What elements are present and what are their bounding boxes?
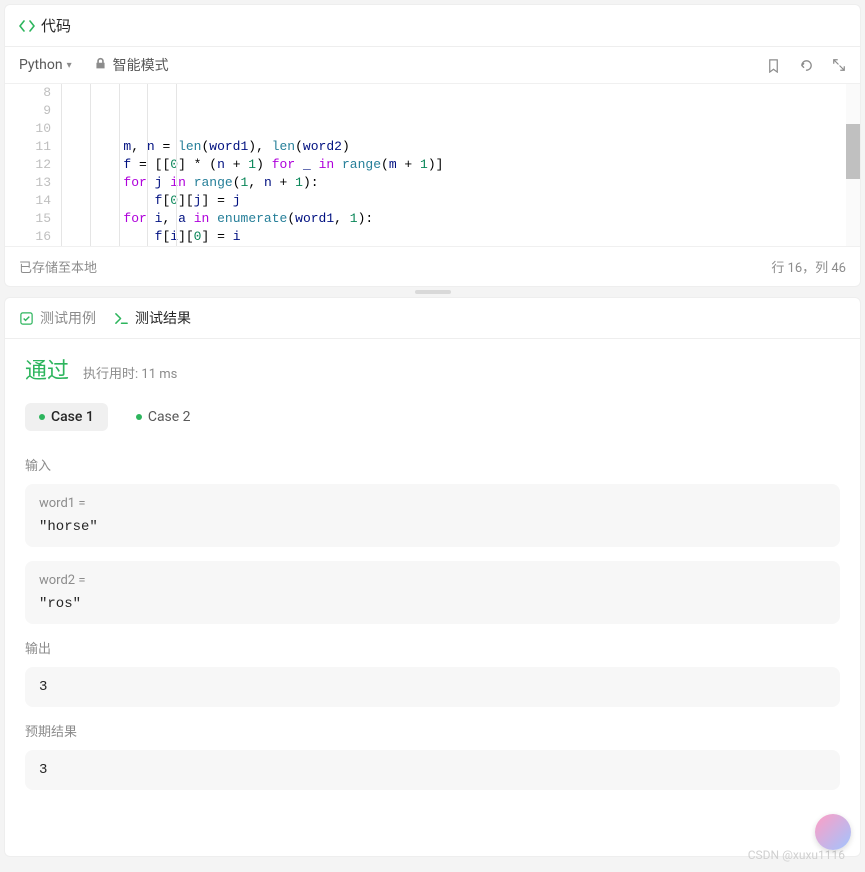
reset-button[interactable] [799, 58, 814, 73]
status-dot-icon [39, 414, 45, 420]
results-body[interactable]: 通过 执行用时: 11 ms Case 1 Case 2 输入 word1 = "h… [5, 339, 860, 856]
case-pill[interactable]: Case 2 [122, 403, 205, 431]
runtime-text: 执行用时: 11 ms [83, 363, 177, 382]
line-number: 10 [5, 120, 51, 138]
output-section-label: 输出 [25, 638, 840, 657]
code-line[interactable]: f[0][j] = j [61, 192, 860, 210]
input-field-label: word1 = [39, 496, 826, 511]
language-select[interactable]: Python ▾ [19, 57, 72, 73]
code-icon [19, 18, 35, 34]
code-toolbar: Python ▾ 智能模式 [5, 47, 860, 84]
tab-testcases-label: 测试用例 [40, 308, 96, 328]
code-line[interactable]: for i, a in enumerate(word1, 1): [61, 210, 860, 228]
cursor-position: 行 16，列 46 [771, 257, 846, 276]
bookmark-icon [766, 58, 781, 73]
language-label: Python [19, 57, 63, 73]
results-panel: 测试用例 测试结果 通过 执行用时: 11 ms Case 1 Case 2 输入… [4, 297, 861, 857]
panel-resize-handle[interactable] [0, 287, 865, 297]
input-section-label: 输入 [25, 455, 840, 474]
code-content[interactable]: m, n = len(word1), len(word2) f = [[0] *… [61, 84, 860, 246]
line-number: 14 [5, 192, 51, 210]
chevron-down-icon: ▾ [67, 60, 72, 71]
terminal-icon [114, 311, 129, 326]
line-number: 16 [5, 228, 51, 246]
code-panel-title: 代码 [41, 15, 71, 36]
tab-results-label: 测试结果 [135, 308, 191, 328]
input-field-label: word2 = [39, 573, 826, 588]
results-tabs: 测试用例 测试结果 [5, 298, 860, 339]
tab-results[interactable]: 测试结果 [114, 308, 191, 328]
input-box: word2 = "ros" [25, 561, 840, 624]
code-line[interactable]: f[i][0] = i [61, 228, 860, 246]
code-panel-header: 代码 [5, 5, 860, 47]
mode-label-text: 智能模式 [113, 55, 169, 75]
editor-status-bar: 已存储至本地 行 16，列 46 [5, 246, 860, 286]
line-number: 8 [5, 84, 51, 102]
line-number: 15 [5, 210, 51, 228]
scrollbar-thumb[interactable] [846, 124, 860, 179]
case-pill[interactable]: Case 1 [25, 403, 108, 431]
bookmark-button[interactable] [766, 58, 781, 73]
tab-testcases[interactable]: 测试用例 [19, 308, 96, 328]
output-box: 3 [25, 667, 840, 707]
result-summary: 通过 执行用时: 11 ms [25, 353, 840, 385]
case-selector: Case 1 Case 2 [25, 403, 840, 431]
code-editor[interactable]: 8910111213141516 m, n = len(word1), len(… [5, 84, 860, 246]
fullscreen-button[interactable] [832, 58, 846, 73]
code-panel: 代码 Python ▾ 智能模式 8910111213141516 [4, 4, 861, 287]
resize-grip-icon [415, 290, 451, 294]
line-gutter: 8910111213141516 [5, 84, 61, 246]
line-number: 13 [5, 174, 51, 192]
inputs-container: word1 = "horse" word2 = "ros" [25, 484, 840, 624]
status-dot-icon [136, 414, 142, 420]
code-line[interactable]: f = [[0] * (n + 1) for _ in range(m + 1)… [61, 156, 860, 174]
expected-box: 3 [25, 750, 840, 790]
mode-indicator: 智能模式 [94, 55, 169, 75]
toolbar-actions [766, 58, 846, 73]
line-number: 9 [5, 102, 51, 120]
input-box: word1 = "horse" [25, 484, 840, 547]
code-line[interactable]: m, n = len(word1), len(word2) [61, 138, 860, 156]
pass-status: 通过 [25, 353, 69, 385]
input-field-value: "ros" [39, 596, 826, 612]
expected-section-label: 预期结果 [25, 721, 840, 740]
lock-icon [94, 57, 107, 74]
output-value: 3 [39, 679, 826, 695]
checkbox-icon [19, 311, 34, 326]
expand-icon [832, 58, 846, 72]
save-status: 已存储至本地 [19, 257, 97, 276]
case-label: Case 2 [148, 409, 191, 425]
undo-icon [799, 58, 814, 73]
code-line[interactable]: for j in range(1, n + 1): [61, 174, 860, 192]
line-number: 12 [5, 156, 51, 174]
minimap-scrollbar[interactable] [846, 84, 860, 246]
input-field-value: "horse" [39, 519, 826, 535]
case-label: Case 1 [51, 409, 94, 425]
assistant-fab[interactable] [815, 814, 851, 850]
line-number: 11 [5, 138, 51, 156]
expected-value: 3 [39, 762, 826, 778]
